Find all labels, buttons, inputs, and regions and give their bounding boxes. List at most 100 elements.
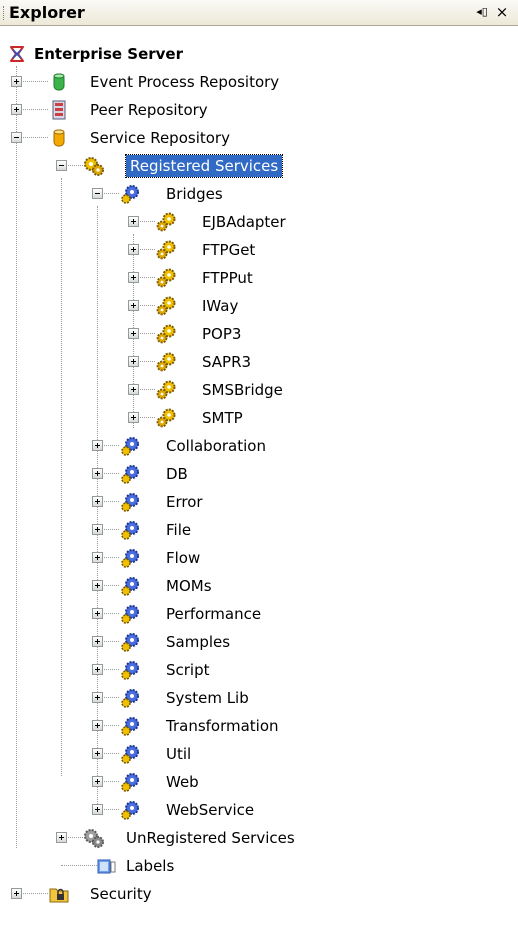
category-gear-icon — [119, 183, 141, 205]
tree-node-category[interactable]: Script — [0, 656, 518, 684]
tree-label: Peer Repository — [90, 101, 208, 119]
panel-title: Explorer — [9, 3, 85, 22]
expand-toggle[interactable] — [128, 300, 139, 311]
expand-toggle[interactable] — [92, 692, 103, 703]
labels-icon — [96, 855, 118, 877]
expand-toggle[interactable] — [92, 608, 103, 619]
category-gear-icon — [119, 715, 141, 737]
tree-node-registered-services[interactable]: Registered Services — [0, 152, 518, 180]
expand-toggle[interactable] — [92, 524, 103, 535]
expand-toggle[interactable] — [92, 636, 103, 647]
tree-label: Flow — [166, 549, 201, 567]
tree-label: Collaboration — [166, 437, 266, 455]
category-gear-icon — [119, 659, 141, 681]
tree-node-bridge[interactable]: IWay — [0, 292, 518, 320]
tree-label: Samples — [166, 633, 231, 651]
tree-node-category[interactable]: Flow — [0, 544, 518, 572]
tree-node-category[interactable]: WebService — [0, 796, 518, 824]
expand-toggle[interactable] — [128, 412, 139, 423]
orange-repository-icon — [48, 127, 70, 149]
expand-toggle[interactable] — [92, 720, 103, 731]
category-gear-icon — [119, 771, 141, 793]
expand-toggle[interactable] — [11, 104, 22, 115]
tree-node-category[interactable]: System Lib — [0, 684, 518, 712]
tree-label: SAPR3 — [202, 353, 252, 371]
pin-icon[interactable]: ◂▯ — [474, 4, 490, 20]
tree-node-service-repository[interactable]: Service Repository — [0, 124, 518, 152]
tree-label: Event Process Repository — [90, 73, 280, 91]
expand-toggle[interactable] — [128, 356, 139, 367]
expand-toggle[interactable] — [92, 664, 103, 675]
tree-node-category[interactable]: Performance — [0, 600, 518, 628]
expand-toggle[interactable] — [128, 216, 139, 227]
tree-label: SMTP — [202, 409, 243, 427]
tree-node-category[interactable]: Error — [0, 488, 518, 516]
tree-node-category[interactable]: Web — [0, 768, 518, 796]
expand-toggle[interactable] — [128, 328, 139, 339]
tree-label: POP3 — [202, 325, 242, 343]
expand-toggle[interactable] — [128, 244, 139, 255]
tree-label: Labels — [126, 857, 175, 875]
tree-label: WebService — [166, 801, 255, 819]
tree-label-selected: Registered Services — [124, 154, 284, 178]
expand-toggle[interactable] — [128, 272, 139, 283]
tree-node-category[interactable]: MOMs — [0, 572, 518, 600]
expand-toggle[interactable] — [11, 888, 22, 899]
expand-toggle[interactable] — [92, 468, 103, 479]
tree-node-unregistered-services[interactable]: UnRegistered Services — [0, 824, 518, 852]
category-gear-icon — [119, 463, 141, 485]
component-gears-icon — [155, 379, 177, 401]
explorer-panel: Explorer ◂▯ × Enterprise Server Event Pr… — [0, 0, 518, 936]
tree-label: FTPPut — [202, 269, 253, 287]
expand-toggle[interactable] — [92, 580, 103, 591]
tree-label: IWay — [202, 297, 239, 315]
component-gears-icon — [155, 267, 177, 289]
tree-node-category[interactable]: Collaboration — [0, 432, 518, 460]
tree-node-security[interactable]: Security — [0, 880, 518, 908]
tree-label: File — [166, 521, 192, 539]
component-gears-icon — [155, 351, 177, 373]
collapse-toggle[interactable] — [56, 160, 67, 171]
tree-node-enterprise-server[interactable]: Enterprise Server — [0, 40, 518, 68]
category-gear-icon — [119, 547, 141, 569]
tree-node-peer-repository[interactable]: Peer Repository — [0, 96, 518, 124]
expand-toggle[interactable] — [56, 832, 67, 843]
enterprise-server-icon — [6, 43, 28, 65]
tree-node-bridge[interactable]: SMTP — [0, 404, 518, 432]
tree-node-category[interactable]: Samples — [0, 628, 518, 656]
tree-node-bridge[interactable]: POP3 — [0, 320, 518, 348]
tree-node-category[interactable]: Util — [0, 740, 518, 768]
tree-node-bridge[interactable]: FTPGet — [0, 236, 518, 264]
tree-node-category[interactable]: Transformation — [0, 712, 518, 740]
component-gears-icon — [155, 239, 177, 261]
collapse-toggle[interactable] — [92, 188, 103, 199]
category-gear-icon — [119, 435, 141, 457]
tree-label: DB — [166, 465, 188, 483]
security-folder-icon — [48, 883, 70, 905]
tree-node-bridge[interactable]: EJBAdapter — [0, 208, 518, 236]
expand-toggle[interactable] — [92, 552, 103, 563]
tree-label: System Lib — [166, 689, 249, 707]
tree-node-category[interactable]: DB — [0, 460, 518, 488]
expand-toggle[interactable] — [92, 776, 103, 787]
expand-toggle[interactable] — [11, 76, 22, 87]
category-gear-icon — [119, 491, 141, 513]
tree-node-bridge[interactable]: SMSBridge — [0, 376, 518, 404]
collapse-toggle[interactable] — [11, 132, 22, 143]
tree-label: UnRegistered Services — [126, 829, 295, 847]
tree-node-bridges[interactable]: Bridges — [0, 180, 518, 208]
expand-toggle[interactable] — [92, 748, 103, 759]
expand-toggle[interactable] — [92, 496, 103, 507]
tree-node-bridge[interactable]: SAPR3 — [0, 348, 518, 376]
tree-node-category[interactable]: File — [0, 516, 518, 544]
expand-toggle[interactable] — [92, 440, 103, 451]
drag-grip[interactable] — [3, 6, 6, 20]
tree-node-bridge[interactable]: FTPPut — [0, 264, 518, 292]
tree-node-labels[interactable]: Labels — [0, 852, 518, 880]
category-gear-icon — [119, 743, 141, 765]
tree-node-event-process-repository[interactable]: Event Process Repository — [0, 68, 518, 96]
close-icon[interactable]: × — [494, 3, 510, 21]
expand-toggle[interactable] — [92, 804, 103, 815]
tree-label: Security — [90, 885, 152, 903]
expand-toggle[interactable] — [128, 384, 139, 395]
